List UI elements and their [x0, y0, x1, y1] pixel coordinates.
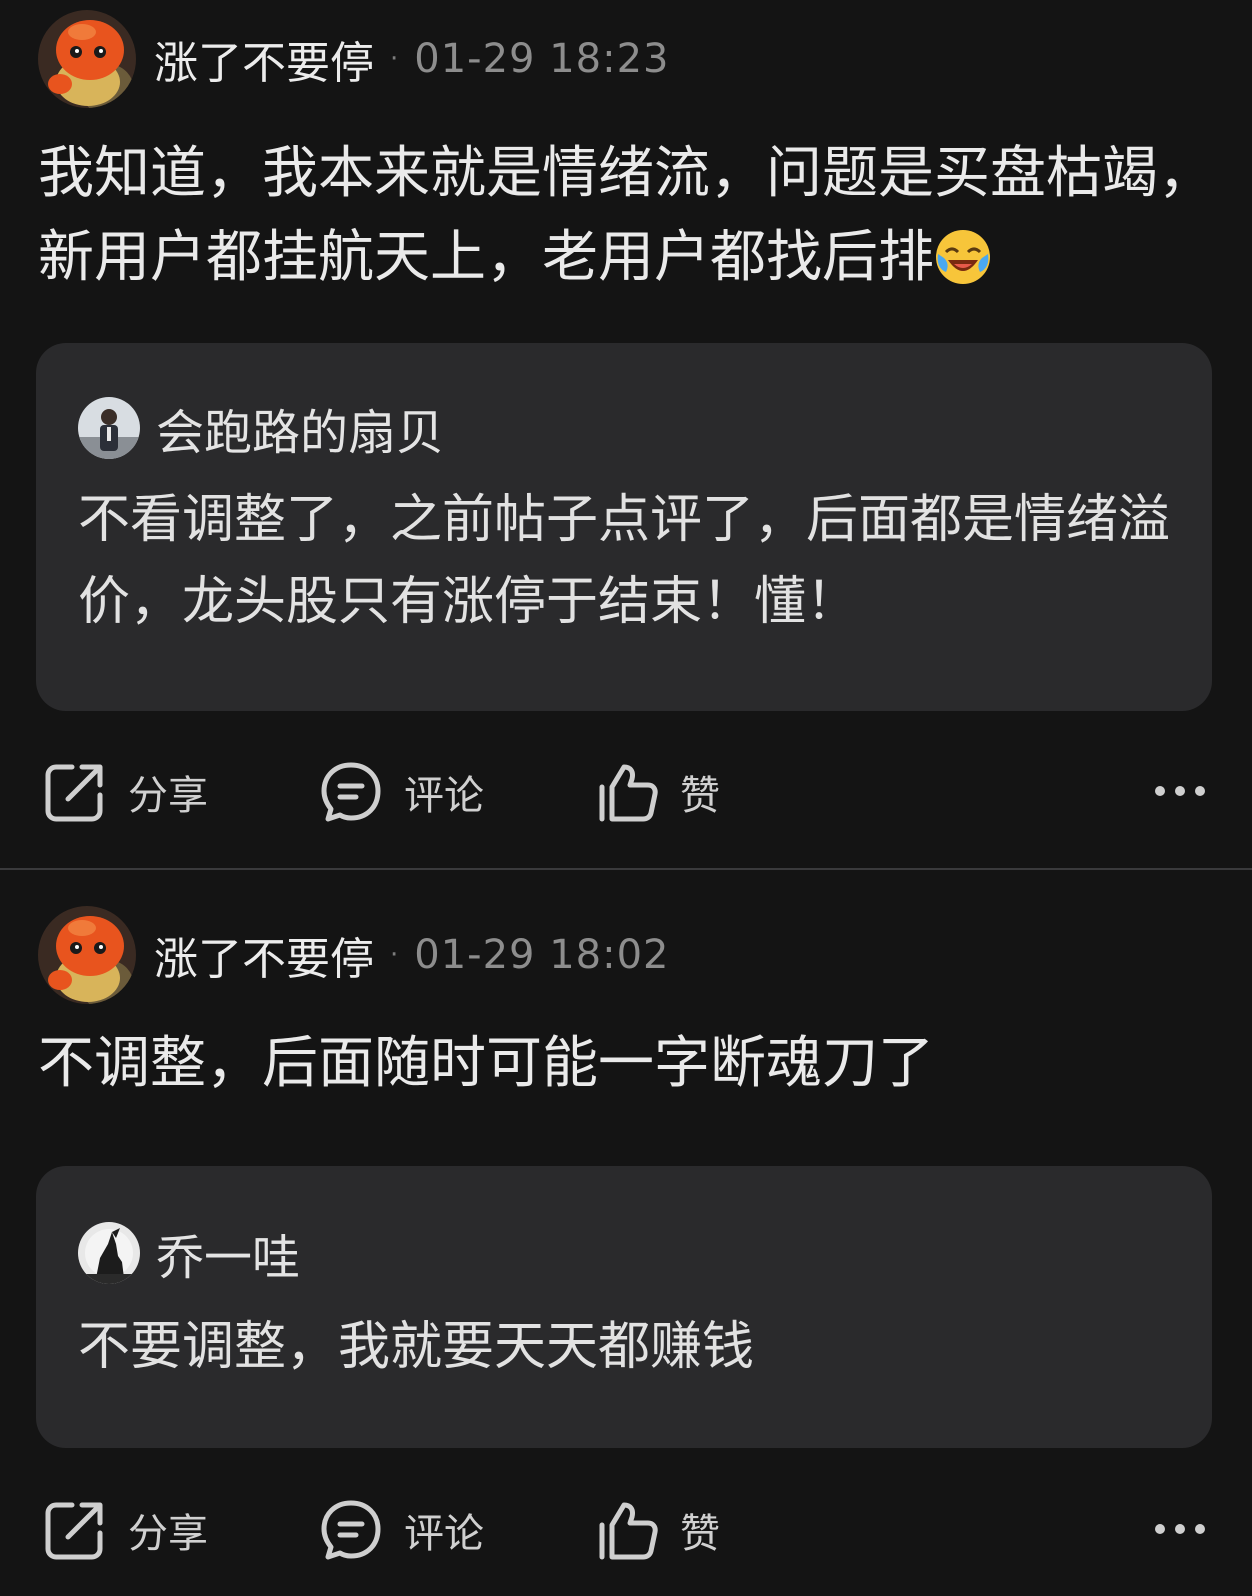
- post-content-text: 不调整，后面随时可能一字断魂刀了: [38, 1031, 934, 1096]
- author-name[interactable]: 涨了不要停: [154, 923, 374, 987]
- quoted-text: 不要调整，我就要天天都赚钱: [78, 1317, 755, 1377]
- howling-wolf-avatar-icon: [78, 1222, 140, 1284]
- like-button[interactable]: 赞: [596, 752, 720, 832]
- share-icon: [45, 1502, 103, 1560]
- post-time: 01-29 18:02: [414, 932, 670, 978]
- share-button[interactable]: 分享: [44, 752, 208, 832]
- meta-separator: ·: [390, 44, 399, 74]
- post-card: 涨了不要停 · 01-29 18:02 不调整，后面随时可能一字断魂刀了 乔一哇…: [0, 870, 1252, 1596]
- post-content-text: 我知道，我本来就是情绪流，问题是买盘枯竭，新用户都挂航天上，老用户都找后排: [38, 141, 1214, 290]
- share-label: 分享: [128, 773, 208, 819]
- post-header: 涨了不要停 · 01-29 18:23: [38, 10, 669, 108]
- comment-label: 评论: [404, 1511, 484, 1557]
- like-label: 赞: [680, 1511, 720, 1557]
- quoted-text: 不看调整了，之前帖子点评了，后面都是情绪溢价，龙头股只有涨停于结束！懂！: [78, 490, 1171, 632]
- share-label: 分享: [128, 1511, 208, 1557]
- post-header: 涨了不要停 · 01-29 18:02: [38, 906, 669, 1004]
- like-label: 赞: [680, 773, 720, 819]
- author-name[interactable]: 涨了不要停: [154, 27, 374, 91]
- post-content: 我知道，我本来就是情绪流，问题是买盘枯竭，新用户都挂航天上，老用户都找后排: [38, 132, 1218, 300]
- post-actions: 分享 评论 赞: [0, 752, 1252, 832]
- comment-icon: [321, 1500, 381, 1560]
- post-actions: 分享 评论 赞: [0, 1490, 1252, 1570]
- share-icon: [45, 764, 103, 822]
- quoted-user-avatar[interactable]: [78, 397, 140, 459]
- post-card: 涨了不要停 · 01-29 18:23 我知道，我本来就是情绪流，问题是买盘枯竭…: [0, 0, 1252, 868]
- more-options-icon[interactable]: [1154, 776, 1206, 806]
- comment-button[interactable]: 评论: [320, 1490, 484, 1570]
- quoted-author-name[interactable]: 会跑路的扇贝: [156, 393, 444, 463]
- thumbs-up-icon: [599, 1502, 658, 1560]
- thumbs-up-icon: [599, 764, 658, 822]
- person-photo-avatar-icon: [78, 397, 140, 459]
- user-avatar[interactable]: [38, 10, 136, 108]
- meta-separator: ·: [390, 940, 399, 970]
- orange-mascot-avatar-icon: [38, 10, 136, 108]
- quoted-author-name[interactable]: 乔一哇: [156, 1218, 300, 1288]
- share-button[interactable]: 分享: [44, 1490, 208, 1570]
- post-time: 01-29 18:23: [414, 36, 670, 82]
- quoted-header: 会跑路的扇贝: [78, 393, 444, 463]
- comment-button[interactable]: 评论: [320, 752, 484, 832]
- comment-label: 评论: [404, 773, 484, 819]
- like-button[interactable]: 赞: [596, 1490, 720, 1570]
- orange-mascot-avatar-icon: [38, 906, 136, 1004]
- more-options-icon[interactable]: [1154, 1514, 1206, 1544]
- laughing-crying-emoji-icon: [936, 230, 990, 284]
- user-avatar[interactable]: [38, 906, 136, 1004]
- quoted-header: 乔一哇: [78, 1218, 300, 1288]
- post-content: 不调整，后面随时可能一字断魂刀了: [38, 1022, 1218, 1106]
- quoted-user-avatar[interactable]: [78, 1222, 140, 1284]
- quoted-comment[interactable]: 会跑路的扇贝 不看调整了，之前帖子点评了，后面都是情绪溢价，龙头股只有涨停于结束…: [36, 343, 1212, 711]
- quoted-comment[interactable]: 乔一哇 不要调整，我就要天天都赚钱: [36, 1166, 1212, 1448]
- comment-icon: [321, 762, 381, 822]
